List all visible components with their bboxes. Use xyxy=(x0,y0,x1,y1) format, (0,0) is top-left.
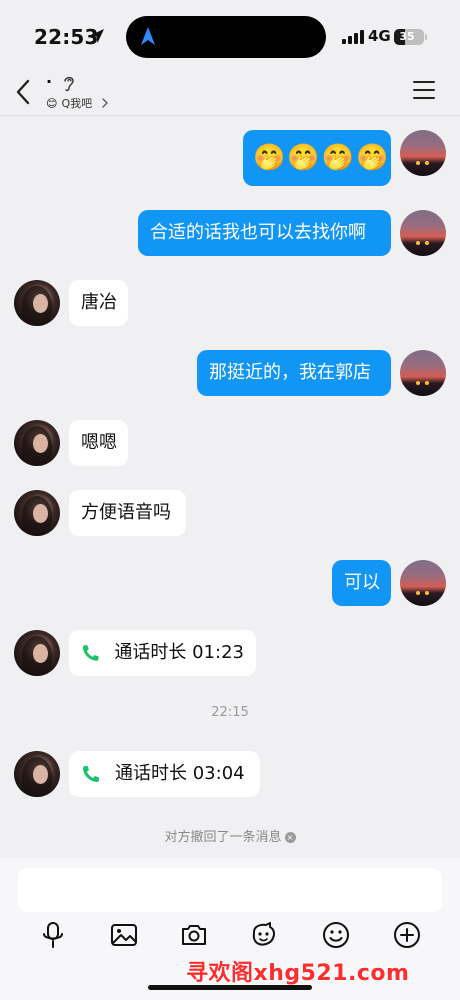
battery-tip xyxy=(425,34,427,40)
message-bubble-me[interactable]: 合适的话我也可以去找你啊 xyxy=(138,210,391,256)
chat-header: · 😊 Q我吧 xyxy=(0,72,460,116)
time-divider: 22:15 xyxy=(211,705,249,720)
navigation-arrow-icon xyxy=(141,27,155,45)
location-arrow-icon xyxy=(90,29,104,43)
header-divider xyxy=(0,115,460,116)
my-avatar[interactable] xyxy=(400,130,446,176)
watermark: 寻欢阁xhg521.com xyxy=(186,961,410,986)
ear-icon xyxy=(64,76,74,92)
sticker-icon[interactable] xyxy=(249,920,279,950)
phone-icon xyxy=(82,645,99,661)
battery-icon: 35 xyxy=(394,29,424,45)
recall-close-icon[interactable]: × xyxy=(284,832,296,843)
chevron-right-icon xyxy=(102,98,109,108)
recall-notice: 对方撤回了一条消息 × xyxy=(0,826,460,845)
home-indicator xyxy=(148,985,312,990)
contact-avatar[interactable] xyxy=(14,751,60,797)
back-chevron-icon[interactable] xyxy=(14,78,34,106)
my-avatar[interactable] xyxy=(400,210,446,256)
message-bubble-me[interactable]: 🤭🤭🤭🤭 xyxy=(243,130,391,186)
smile-emoji-icon: 😊 xyxy=(46,96,58,110)
signal-icon xyxy=(342,30,364,44)
network-label: 4G xyxy=(368,27,391,45)
camera-icon[interactable] xyxy=(179,920,209,950)
plus-icon[interactable] xyxy=(392,920,422,950)
call-record-bubble[interactable]: 通话时长 01:23 xyxy=(69,630,256,676)
message-bubble-other[interactable]: 方便语音吗 xyxy=(69,490,186,536)
call-duration: 通话时长 01:23 xyxy=(114,642,244,663)
my-avatar[interactable] xyxy=(400,350,446,396)
contact-avatar[interactable] xyxy=(14,630,60,676)
message-bubble-other[interactable]: 嗯嗯 xyxy=(69,420,128,466)
battery-level: 35 xyxy=(399,30,415,43)
phone-icon xyxy=(83,766,99,782)
contact-name[interactable]: · xyxy=(46,72,52,91)
recall-notice-text: 对方撤回了一条消息 xyxy=(164,830,282,845)
message-input[interactable] xyxy=(18,868,442,912)
contact-avatar[interactable] xyxy=(14,280,60,326)
status-bar: 22:53 4G 35 xyxy=(0,0,460,72)
call-record-bubble[interactable]: 通话时长 03:04 xyxy=(69,751,260,797)
contact-subtitle[interactable]: 😊 Q我吧 xyxy=(46,94,109,112)
message-bubble-me[interactable]: 可以 xyxy=(332,560,391,606)
emoji-icon[interactable] xyxy=(321,920,351,950)
menu-icon[interactable] xyxy=(413,81,435,99)
subtitle-label: Q我吧 xyxy=(61,97,93,110)
image-icon[interactable] xyxy=(109,920,139,950)
microphone-icon[interactable] xyxy=(38,920,68,950)
message-bubble-other[interactable]: 唐冶 xyxy=(69,280,128,326)
call-duration: 通话时长 03:04 xyxy=(115,763,245,784)
contact-avatar[interactable] xyxy=(14,490,60,536)
my-avatar[interactable] xyxy=(400,560,446,606)
contact-avatar[interactable] xyxy=(14,420,60,466)
message-bubble-me[interactable]: 那挺近的，我在郭店 xyxy=(197,350,391,396)
